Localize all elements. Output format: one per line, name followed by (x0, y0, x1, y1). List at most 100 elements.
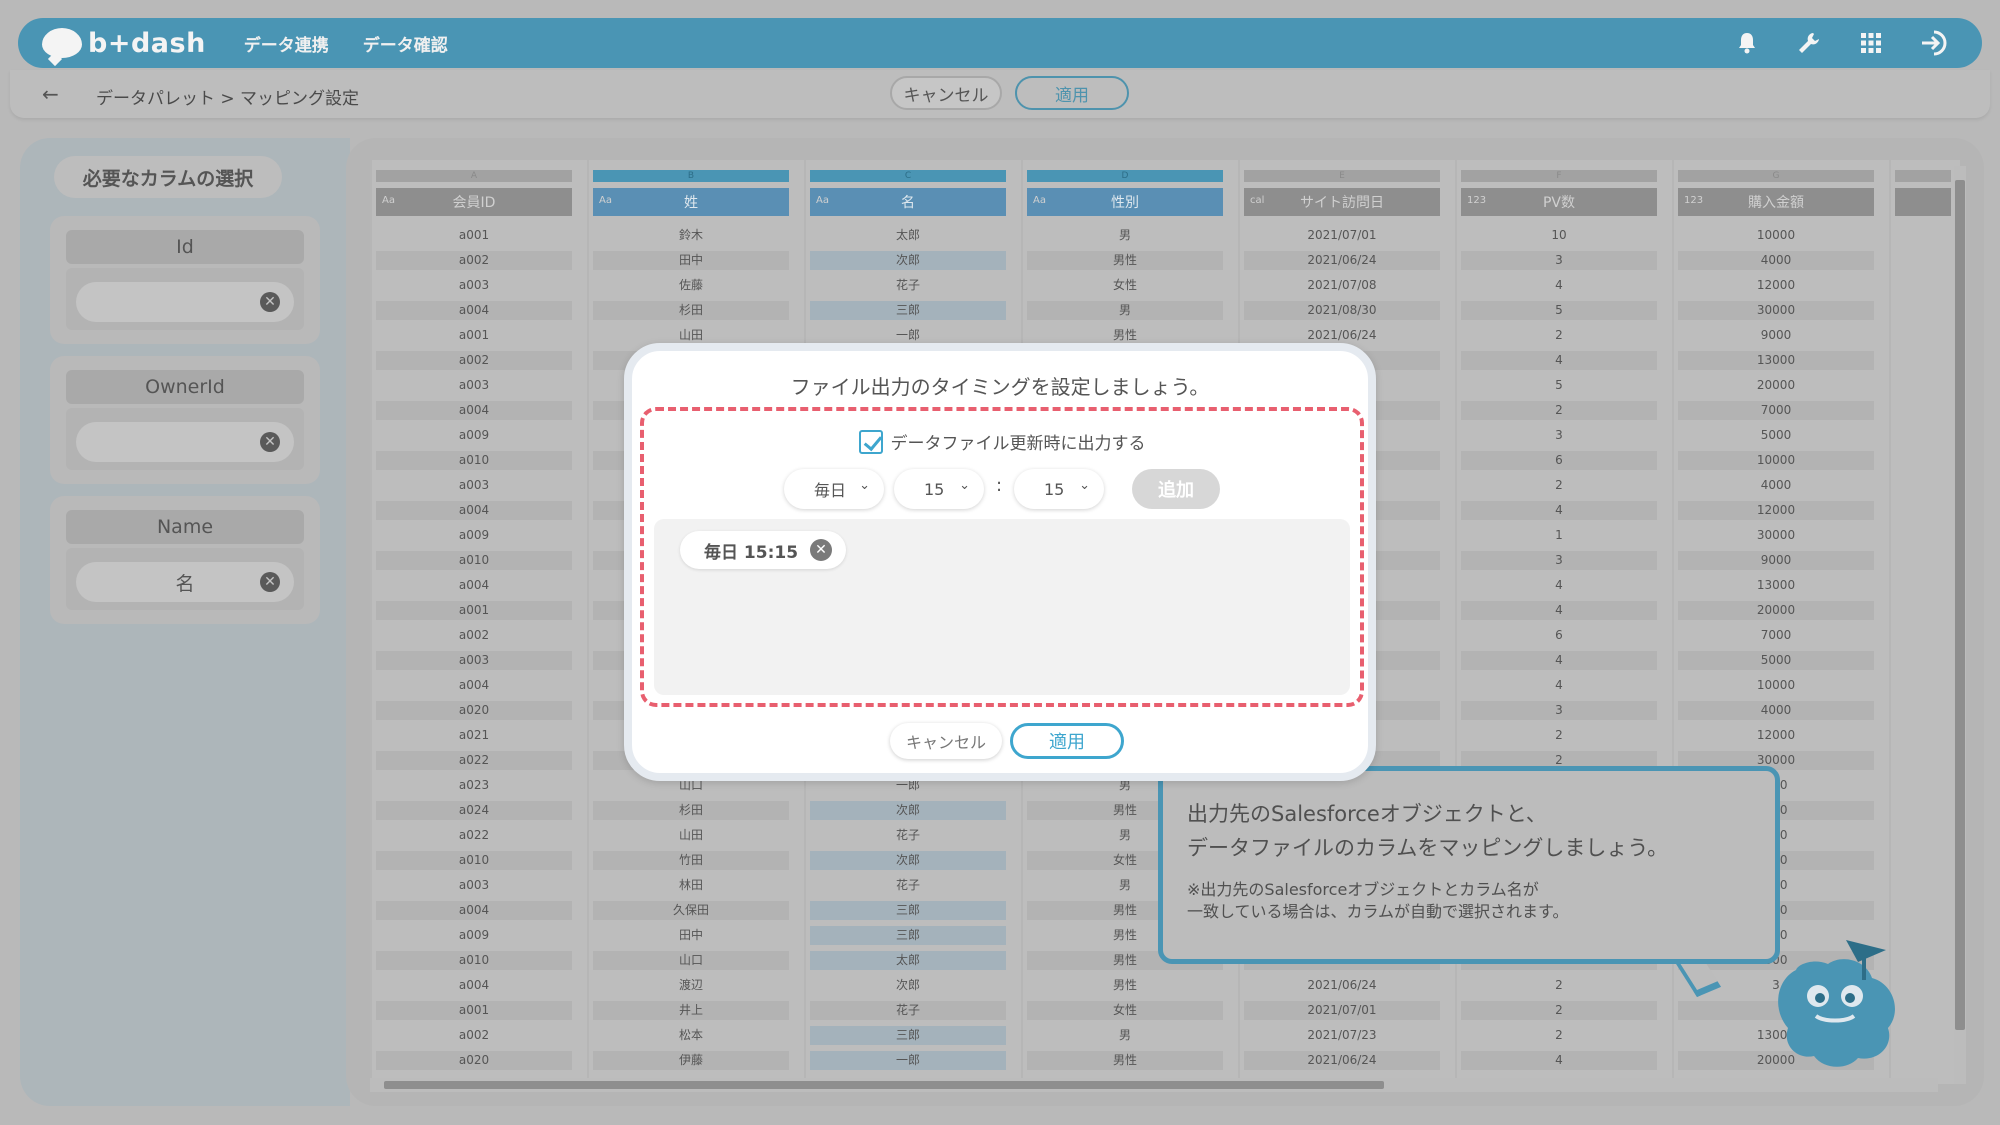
header-apply-button[interactable]: 適用 (1015, 76, 1129, 110)
column-header-label: 会員ID (452, 195, 496, 211)
table-cell: 10000 (1678, 451, 1874, 470)
field-select[interactable]: ✕ (76, 422, 294, 462)
field-select[interactable]: 名 ✕ (76, 562, 294, 602)
column-letter: A (376, 170, 572, 182)
logout-icon[interactable] (1920, 29, 1952, 57)
table-cell: a009 (458, 428, 490, 442)
table-cell: 10000 (1756, 228, 1796, 242)
column-letter: E (1244, 170, 1440, 182)
column-header-label: PV数 (1542, 195, 1576, 211)
table-cell: a009 (458, 528, 490, 542)
table-cell: 三郎 (810, 301, 1006, 320)
table-cell: a009 (458, 928, 490, 942)
table-cell: 2 (1461, 1001, 1657, 1020)
table-cell: 竹田 (593, 851, 789, 870)
clear-icon[interactable]: ✕ (260, 432, 280, 452)
table-cell: 5 (1461, 301, 1657, 320)
chevron-down-icon: ⌄ (959, 478, 970, 493)
column-header[interactable]: Aa 性別 (1027, 188, 1223, 216)
table-cell: a010 (376, 951, 572, 970)
update-output-checkbox[interactable] (858, 429, 883, 454)
table-cell: 9000 (1678, 551, 1874, 570)
table-cell: a021 (458, 728, 490, 742)
table-cell: 山口 (593, 951, 789, 970)
table-cell: 2021/06/24 (1307, 978, 1377, 992)
field-label: OwnerId (66, 370, 304, 404)
table-cell: a020 (376, 701, 572, 720)
table-cell: 1 (1555, 528, 1563, 542)
table-cell: a020 (376, 1051, 572, 1070)
table-cell: 花子 (895, 828, 920, 842)
remove-icon[interactable]: ✕ (810, 539, 833, 561)
clear-icon[interactable]: ✕ (260, 572, 280, 592)
table-cell: a003 (458, 478, 490, 492)
table-cell: a004 (376, 901, 572, 920)
column-header[interactable]: cal サイト訪問日 (1244, 188, 1440, 216)
table-cell: 2021/07/23 (1307, 1028, 1377, 1042)
frequency-select[interactable]: 毎日 ⌄ (784, 469, 884, 509)
breadcrumb: データパレット > マッピング設定 (96, 89, 360, 109)
schedule-chip: 毎日 15:15 ✕ (680, 531, 847, 569)
table-cell: 7000 (1760, 628, 1792, 642)
table-cell: a002 (458, 628, 490, 642)
field-label: Name (66, 510, 304, 544)
table-cell: 13000 (1678, 351, 1874, 370)
table-cell: a002 (458, 1028, 490, 1042)
table-cell: 4 (1461, 501, 1657, 520)
logo[interactable]: b+dash (42, 28, 206, 59)
back-arrow-icon[interactable]: ← (42, 82, 59, 106)
table-cell: 3 (1461, 701, 1657, 720)
table-cell: a003 (376, 651, 572, 670)
table-cell: 太郎 (810, 951, 1006, 970)
table-cell: a004 (376, 501, 572, 520)
table-cell: 4 (1461, 651, 1657, 670)
table-cell: 花子 (895, 278, 920, 292)
table-cell: 13000 (1756, 578, 1796, 592)
timing-modal: ファイル出力のタイミングを設定しましょう。 データファイル更新時に出力する 毎日… (624, 343, 1376, 781)
apps-grid-icon[interactable] (1860, 32, 1882, 54)
table-cell: a003 (458, 878, 490, 892)
table-column: A Aa 会員ID a001 a002 a003 a004 a001 a002 a003 a004 a… (370, 160, 574, 1084)
table-cell: a004 (458, 978, 490, 992)
text-type-icon: Aa (816, 195, 829, 206)
table-cell: 男性 (1112, 978, 1137, 992)
modal-apply-button[interactable]: 適用 (1010, 723, 1124, 759)
horizontal-scrollbar[interactable] (370, 1078, 1938, 1092)
column-header-label: 性別 (1111, 195, 1139, 211)
text-type-icon: Aa (1033, 195, 1046, 206)
table-cell: 次郎 (895, 978, 920, 992)
field-select[interactable]: ✕ (76, 282, 294, 322)
column-header[interactable]: 123 PV数 (1461, 188, 1657, 216)
table-cell: a022 (458, 828, 490, 842)
text-type-icon: Aa (599, 195, 612, 206)
nav-data-check[interactable]: データ確認 (363, 31, 448, 56)
field-card-name: Name 名 ✕ (50, 496, 320, 624)
column-header[interactable]: Aa 姓 (593, 188, 789, 216)
hour-select[interactable]: 15 ⌄ (894, 469, 984, 509)
bell-icon[interactable] (1736, 31, 1758, 55)
wrench-icon[interactable] (1796, 30, 1822, 56)
table-cell: a003 (458, 278, 490, 292)
clear-icon[interactable]: ✕ (260, 292, 280, 312)
vertical-scrollbar[interactable] (1954, 166, 1966, 1084)
column-header[interactable]: Aa 会員ID (376, 188, 572, 216)
table-cell: 9000 (1760, 328, 1792, 342)
table-cell: 渡辺 (678, 978, 703, 992)
table-cell: 4 (1555, 678, 1563, 692)
header-cancel-button[interactable]: キャンセル (890, 76, 1002, 110)
column-header[interactable]: 123 購入金額 (1678, 188, 1874, 216)
time-colon: : (996, 475, 1003, 496)
modal-cancel-button[interactable]: キャンセル (890, 723, 1002, 759)
column-header[interactable]: Aa 名 (810, 188, 1006, 216)
calendar-icon: cal (1250, 195, 1265, 206)
column-header-label: 購入金額 (1748, 195, 1804, 211)
nav-data-link[interactable]: データ連携 (244, 31, 329, 56)
table-cell: a001 (458, 328, 490, 342)
add-button[interactable]: 追加 (1132, 469, 1220, 509)
minute-select[interactable]: 15 ⌄ (1014, 469, 1104, 509)
table-cell: 2021/06/24 (1244, 251, 1440, 270)
table-cell: 4 (1461, 1051, 1657, 1070)
table-cell: 井上 (593, 1001, 789, 1020)
text-type-icon: Aa (382, 195, 395, 206)
guide-tooltip: 出力先のSalesforceオブジェクトと、 データファイルのカラムをマッピング… (1158, 766, 1780, 964)
